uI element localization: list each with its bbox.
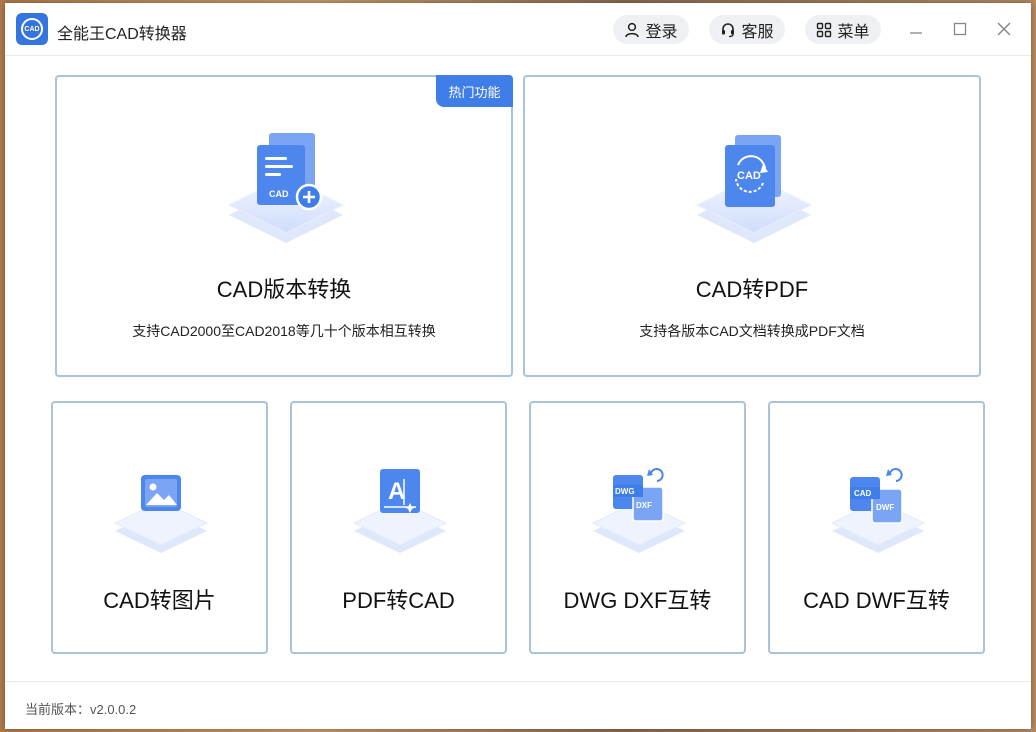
pdf-to-cad-icon: A: [352, 469, 448, 553]
cad-version-icon: CAD: [227, 133, 345, 243]
cad-dwf-icon: CAD DWF: [830, 468, 926, 553]
customer-service-button[interactable]: 客服: [709, 15, 785, 44]
feature-title: CAD DWF互转: [803, 588, 950, 613]
grid-menu-icon: [817, 22, 832, 37]
feature-description: 支持CAD2000至CAD2018等几十个版本相互转换: [132, 323, 436, 339]
feature-card-pdf-to-cad[interactable]: A PDF转CAD: [290, 401, 507, 654]
cad-to-image-icon: [113, 475, 209, 553]
app-logo-text: CAD: [21, 18, 43, 40]
login-button[interactable]: 登录: [613, 15, 689, 44]
feature-description: 支持各版本CAD文档转换成PDF文档: [639, 323, 865, 339]
feature-title: DWG DXF互转: [563, 588, 712, 613]
close-icon: [997, 22, 1011, 36]
format-tag-b: DWF: [876, 503, 894, 512]
format-tag-a: DWG: [615, 487, 635, 496]
menu-button[interactable]: 菜单: [805, 15, 881, 44]
close-button[interactable]: [992, 17, 1016, 41]
dwg-dxf-icon: DWG DXF: [591, 468, 687, 553]
maximize-button[interactable]: [948, 17, 972, 41]
title-bar: CAD 全能王CAD转换器 登录 客服 菜单: [5, 3, 1031, 56]
svg-text:CAD: CAD: [737, 170, 761, 182]
menu-label: 菜单: [837, 23, 870, 41]
feature-card-cad-to-image[interactable]: CAD转图片: [51, 401, 268, 654]
feature-title: PDF转CAD: [342, 588, 455, 613]
app-title: 全能王CAD转换器: [57, 26, 187, 43]
app-logo-icon: CAD: [16, 13, 48, 45]
feature-title: CAD转PDF: [695, 277, 809, 302]
maximize-icon: [953, 22, 967, 36]
svg-text:A: A: [388, 478, 405, 505]
feature-title: CAD转图片: [103, 588, 216, 613]
svg-text:CAD: CAD: [269, 189, 289, 199]
user-icon: [625, 22, 640, 37]
format-tag-a: CAD: [854, 489, 872, 498]
feature-card-cad-to-pdf[interactable]: CAD CAD转PDF 支持各版本CAD文档转换成PDF文档: [523, 75, 981, 377]
minimize-icon: [910, 32, 922, 34]
format-tag-b: DXF: [636, 501, 652, 510]
headset-icon: [722, 22, 735, 37]
app-window: CAD 全能王CAD转换器 登录 客服 菜单 热门功能 CAD CAD版本转换 …: [5, 3, 1031, 729]
service-label: 客服: [741, 23, 774, 41]
cad-to-pdf-icon: CAD: [695, 135, 813, 243]
version-label: 当前版本：v2.0.0.2: [25, 702, 137, 717]
feature-card-cad-version[interactable]: 热门功能 CAD CAD版本转换 支持CAD2000至CAD2018等几十个版本…: [55, 75, 513, 377]
footer-bar: 当前版本：v2.0.0.2: [5, 681, 1031, 730]
minimize-button[interactable]: [904, 17, 928, 41]
hot-feature-badge: 热门功能: [436, 75, 513, 107]
feature-card-cad-dwf[interactable]: CAD DWF CAD DWF互转: [768, 401, 985, 654]
login-label: 登录: [645, 23, 678, 41]
feature-card-dwg-dxf[interactable]: DWG DXF DWG DXF互转: [529, 401, 746, 654]
feature-title: CAD版本转换: [216, 277, 352, 302]
